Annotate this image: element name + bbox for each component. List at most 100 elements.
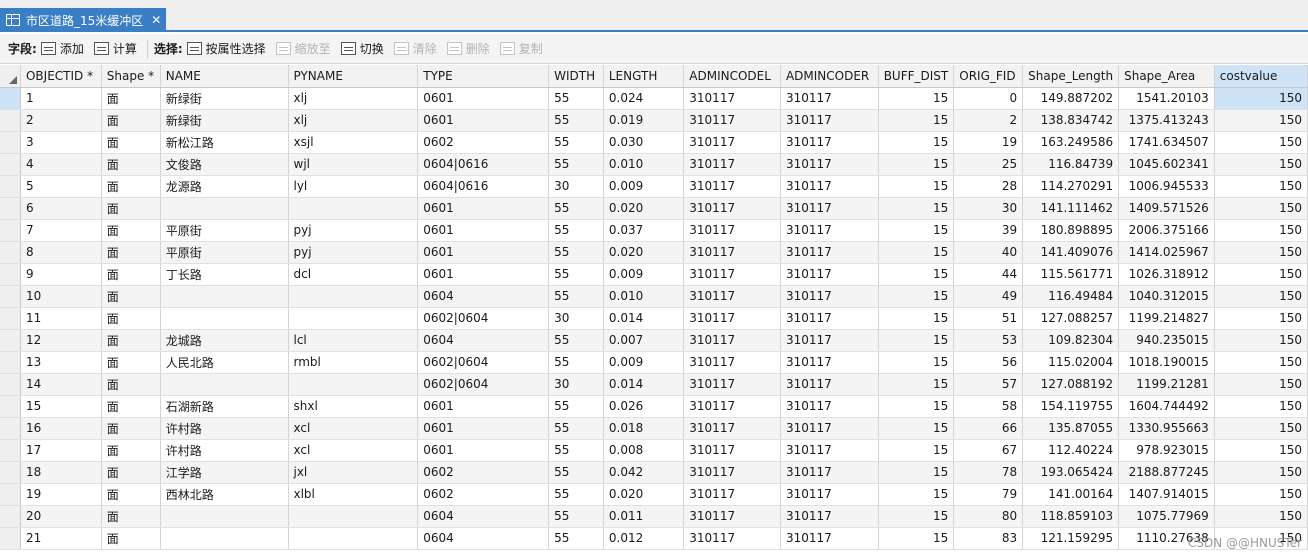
table-row[interactable]: 13 面人民北路 rmbl 0602|0604 55 0.009 310117 310117 1…: [0, 351, 1308, 374]
row-selector[interactable]: [0, 417, 21, 440]
table-cell[interactable]: 149.887202: [1022, 87, 1120, 110]
table-cell[interactable]: shxl: [288, 395, 419, 418]
table-cell[interactable]: 面: [101, 153, 161, 176]
row-selector[interactable]: [0, 197, 21, 220]
table-cell[interactable]: 55: [548, 263, 604, 286]
table-cell[interactable]: 0.014: [603, 373, 685, 396]
table-cell[interactable]: 150: [1214, 263, 1308, 286]
table-cell[interactable]: 310117: [780, 483, 879, 506]
column-header-orig-fid[interactable]: ORIG_FID: [953, 65, 1024, 88]
table-cell[interactable]: 0601: [417, 197, 550, 220]
row-selector[interactable]: [0, 461, 21, 484]
table-cell[interactable]: 4: [20, 153, 102, 176]
table-row[interactable]: 5 面龙源路 lyl 0604|0616 30 0.009 310117 310117 15 28…: [0, 175, 1308, 198]
column-header-shape-area[interactable]: Shape_Area: [1118, 65, 1215, 88]
table-cell[interactable]: 1: [20, 87, 102, 110]
table-cell[interactable]: 0602|0604: [417, 351, 550, 374]
row-selector[interactable]: [0, 153, 21, 176]
table-cell[interactable]: 15: [20, 395, 102, 418]
table-cell[interactable]: 0602|0604: [417, 373, 550, 396]
table-row[interactable]: 3 面新松江路 xsjl 0602 55 0.030 310117 310117 15 19 163…: [0, 131, 1308, 154]
table-cell[interactable]: [160, 373, 289, 396]
table-cell[interactable]: 2188.877245: [1118, 461, 1215, 484]
table-cell[interactable]: 1375.413243: [1118, 109, 1215, 132]
column-header-length[interactable]: LENGTH: [603, 65, 685, 88]
table-cell[interactable]: 1006.945533: [1118, 175, 1215, 198]
table-cell[interactable]: 0.024: [603, 87, 685, 110]
table-cell[interactable]: 310117: [780, 219, 879, 242]
table-cell[interactable]: 人民北路: [160, 351, 289, 374]
table-cell[interactable]: 112.40224: [1022, 439, 1120, 462]
column-header-shape[interactable]: Shape *: [101, 65, 161, 88]
table-cell[interactable]: 55: [548, 395, 604, 418]
table-cell[interactable]: 310117: [780, 285, 879, 308]
table-cell[interactable]: 55: [548, 505, 604, 528]
table-row[interactable]: 21 面 0604 55 0.012 310117 310117 15 83 121.159295…: [0, 527, 1308, 550]
table-cell[interactable]: 1018.190015: [1118, 351, 1215, 374]
table-cell[interactable]: 0602: [417, 461, 550, 484]
table-cell[interactable]: 49: [953, 285, 1024, 308]
table-cell[interactable]: [288, 527, 419, 550]
table-cell[interactable]: 163.249586: [1022, 131, 1120, 154]
table-cell[interactable]: 1741.634507: [1118, 131, 1215, 154]
table-cell[interactable]: 25: [953, 153, 1024, 176]
calculate-field-button[interactable]: 计算: [93, 40, 137, 57]
table-cell[interactable]: 51: [953, 307, 1024, 330]
table-cell[interactable]: 0604: [417, 285, 550, 308]
table-cell[interactable]: 平原街: [160, 219, 289, 242]
table-cell[interactable]: 0.037: [603, 219, 685, 242]
table-cell[interactable]: 20: [20, 505, 102, 528]
table-row[interactable]: 2 面新绿街 xlj 0601 55 0.019 310117 310117 15 2 138.83…: [0, 109, 1308, 132]
table-cell[interactable]: 0601: [417, 219, 550, 242]
table-cell[interactable]: 67: [953, 439, 1024, 462]
table-cell[interactable]: 15: [878, 263, 955, 286]
table-cell[interactable]: 13: [20, 351, 102, 374]
table-cell[interactable]: rmbl: [288, 351, 419, 374]
table-cell[interactable]: 55: [548, 461, 604, 484]
table-cell[interactable]: 150: [1214, 153, 1308, 176]
table-cell[interactable]: 40: [953, 241, 1024, 264]
table-row[interactable]: 19 面西林北路 xlbl 0602 55 0.020 310117 310117 15 79 14…: [0, 483, 1308, 506]
table-cell[interactable]: 310117: [780, 505, 879, 528]
table-cell[interactable]: 15: [878, 175, 955, 198]
table-cell[interactable]: 1199.21281: [1118, 373, 1215, 396]
table-cell[interactable]: 310117: [780, 197, 879, 220]
row-selector[interactable]: [0, 483, 21, 506]
table-cell[interactable]: 面: [101, 263, 161, 286]
table-cell[interactable]: 154.119755: [1022, 395, 1120, 418]
table-cell[interactable]: 8: [20, 241, 102, 264]
column-header-objectid[interactable]: OBJECTID *: [20, 65, 102, 88]
table-cell[interactable]: 30: [548, 175, 604, 198]
table-cell[interactable]: 15: [878, 307, 955, 330]
attribute-table-tab[interactable]: 市区道路_15米缓冲区 ✕: [0, 8, 166, 32]
table-cell[interactable]: 150: [1214, 417, 1308, 440]
table-cell[interactable]: 14: [20, 373, 102, 396]
table-cell[interactable]: 许村路: [160, 439, 289, 462]
table-cell[interactable]: 55: [548, 153, 604, 176]
column-header-buff-dist[interactable]: BUFF_DIST: [878, 65, 955, 88]
table-cell[interactable]: 115.561771: [1022, 263, 1120, 286]
table-cell[interactable]: [160, 505, 289, 528]
table-cell[interactable]: 150: [1214, 395, 1308, 418]
table-cell[interactable]: 57: [953, 373, 1024, 396]
table-cell[interactable]: 0604|0616: [417, 175, 550, 198]
row-selector[interactable]: [0, 395, 21, 418]
table-cell[interactable]: 150: [1214, 87, 1308, 110]
table-cell[interactable]: [160, 197, 289, 220]
table-cell[interactable]: 2: [20, 109, 102, 132]
table-cell[interactable]: 30: [548, 307, 604, 330]
table-cell[interactable]: 55: [548, 527, 604, 550]
table-cell[interactable]: 0.019: [603, 109, 685, 132]
table-cell[interactable]: 2: [953, 109, 1024, 132]
table-cell[interactable]: 15: [878, 87, 955, 110]
table-cell[interactable]: 150: [1214, 439, 1308, 462]
table-cell[interactable]: 310117: [780, 241, 879, 264]
delete-button[interactable]: 删除: [446, 40, 490, 57]
column-header-type[interactable]: TYPE: [417, 65, 550, 88]
table-cell[interactable]: 138.834742: [1022, 109, 1120, 132]
table-cell[interactable]: 12: [20, 329, 102, 352]
table-cell[interactable]: 11: [20, 307, 102, 330]
table-cell[interactable]: 127.088192: [1022, 373, 1120, 396]
table-cell[interactable]: 面: [101, 109, 161, 132]
table-cell[interactable]: 141.00164: [1022, 483, 1120, 506]
